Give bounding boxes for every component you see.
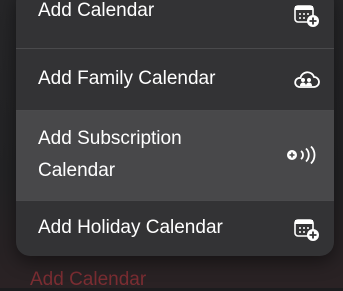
family-cloud-icon (292, 68, 320, 90)
menu-item-label: Add Calendar (38, 0, 155, 21)
add-calendar-menu: Add Calendar Add Family Calendar Add Sub… (16, 0, 334, 256)
menu-item-add-calendar[interactable]: Add Calendar (16, 0, 334, 48)
menu-item-label: Add Holiday Calendar (38, 217, 223, 238)
menu-item-add-holiday-calendar[interactable]: Add Holiday Calendar (16, 201, 334, 256)
calendar-add-icon (294, 4, 320, 28)
calendar-add-icon (294, 218, 320, 242)
menu-item-label: Add Subscription Calendar (38, 128, 182, 181)
menu-item-add-subscription-calendar[interactable]: Add Subscription Calendar (16, 111, 334, 200)
subscription-broadcast-icon (286, 145, 320, 165)
menu-item-add-family-calendar[interactable]: Add Family Calendar (16, 49, 334, 110)
menu-item-label: Add Family Calendar (38, 68, 216, 89)
